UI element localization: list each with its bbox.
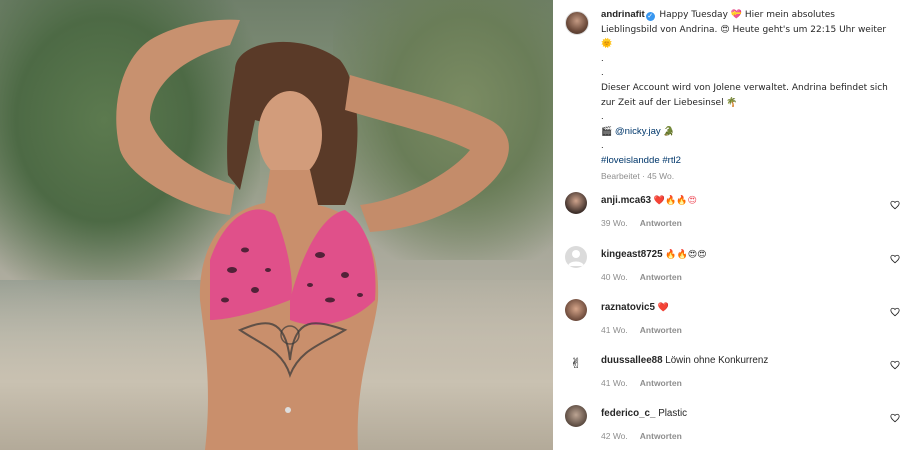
peace-hand-avatar-icon: ✌ <box>570 356 582 372</box>
caption-dot: . <box>601 67 604 79</box>
mention-link[interactable]: @nicky.jay <box>615 126 661 137</box>
avatar[interactable] <box>565 192 587 214</box>
comment-emoji: ❤️🔥🔥😍 <box>653 196 697 206</box>
avatar[interactable] <box>565 299 587 321</box>
reply-button[interactable]: Antworten <box>640 325 682 335</box>
comment-username[interactable]: raznatovic5 <box>601 302 655 313</box>
default-avatar-icon <box>568 250 584 266</box>
author-username[interactable]: andrinafit <box>601 9 645 20</box>
heart-outline-icon[interactable] <box>890 254 900 264</box>
comment-item: federico_c_ Plastic 42 Wo. Antworten <box>565 405 900 450</box>
comment-emoji: 🔥🔥😍😍 <box>665 250 707 260</box>
comment-emoji: ❤️ <box>657 303 669 313</box>
crocodile-emoji: 🐊 <box>663 126 675 137</box>
comment-username[interactable]: kingeast8725 <box>601 249 663 260</box>
comment-item: kingeast8725 🔥🔥😍😍 40 Wo. Antworten <box>565 246 900 296</box>
avatar[interactable] <box>565 405 587 427</box>
comment-text: Löwin ohne Konkurrenz <box>665 355 769 366</box>
photo-subject <box>116 19 509 450</box>
comment-username[interactable]: federico_c_ <box>601 408 655 419</box>
heart-outline-icon[interactable] <box>890 307 900 317</box>
heart-outline-icon[interactable] <box>890 200 900 210</box>
comment-username[interactable]: duussallee88 <box>601 355 663 366</box>
comment-age: 41 Wo. <box>601 325 628 335</box>
caption-dot: . <box>601 111 604 123</box>
post-detail-panel: andrinafit ✓ Happy Tuesday 💝 Hier mein ab… <box>553 0 900 450</box>
hashtag-links[interactable]: #loveislandde #rtl2 <box>601 155 681 166</box>
comment-age: 39 Wo. <box>601 218 628 228</box>
reply-button[interactable]: Antworten <box>640 218 682 228</box>
heart-outline-icon[interactable] <box>890 413 900 423</box>
caption-dot: . <box>601 140 604 152</box>
reply-button[interactable]: Antworten <box>640 431 682 441</box>
comment-age: 40 Wo. <box>601 272 628 282</box>
clapper-emoji: 🎬 <box>601 126 613 137</box>
comment-username[interactable]: anji.mca63 <box>601 195 651 206</box>
comment-item: anji.mca63 ❤️🔥🔥😍 39 Wo. Antworten <box>565 192 900 242</box>
comment-text: Plastic <box>658 408 688 419</box>
reply-button[interactable]: Antworten <box>640 378 682 388</box>
comment-item: ✌ duussallee88 Löwin ohne Konkurrenz 41 … <box>565 352 900 402</box>
comment-item: raznatovic5 ❤️ 41 Wo. Antworten <box>565 299 900 349</box>
verified-badge-icon: ✓ <box>645 12 655 21</box>
comment-age: 41 Wo. <box>601 378 628 388</box>
comment-age: 42 Wo. <box>601 431 628 441</box>
heart-outline-icon[interactable] <box>890 360 900 370</box>
edited-timestamp: Bearbeitet · 45 Wo. <box>601 170 675 181</box>
caption-paragraph: Dieser Account wird von Jolene verwaltet… <box>601 82 888 108</box>
reply-button[interactable]: Antworten <box>640 272 682 282</box>
post-photo[interactable] <box>0 0 553 450</box>
caption-dot: . <box>601 52 604 64</box>
avatar[interactable]: ✌ <box>565 352 587 374</box>
avatar[interactable] <box>565 246 587 268</box>
author-avatar[interactable] <box>565 11 589 35</box>
